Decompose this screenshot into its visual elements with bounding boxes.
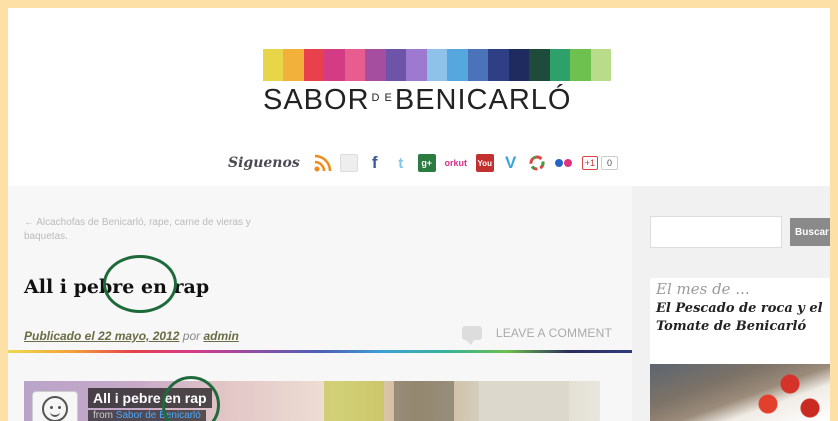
orkut-icon[interactable]: orkut (444, 154, 468, 172)
post-author-link[interactable]: admin (203, 329, 238, 343)
plusone-button[interactable]: +1 (581, 156, 598, 170)
rss-icon[interactable] (314, 154, 332, 172)
logo-color-bar (283, 49, 304, 81)
leave-comment-label: LEAVE A COMMENT (495, 326, 612, 340)
youtube-icon[interactable]: You (475, 154, 494, 172)
email-icon[interactable] (339, 154, 358, 172)
logo-color-bar (488, 49, 509, 81)
logo-color-bar (426, 49, 448, 81)
vimeo-icon[interactable]: V (502, 153, 520, 172)
video-embed[interactable]: All i pebre en rap from Sabor de Benicar… (24, 381, 600, 421)
logo-color-bar (324, 49, 345, 81)
logo-color-bar (590, 49, 611, 81)
search-input[interactable] (650, 216, 782, 248)
logo-color-bar (570, 49, 591, 81)
logo-color-bar (529, 49, 550, 81)
logo-color-bar (303, 49, 325, 81)
page: SABOR D EBENICARLÓ Siguenos f t g+ orkut … (8, 8, 830, 421)
logo-color-bar (549, 49, 571, 81)
logo-color-bar (263, 49, 284, 81)
previous-post-link[interactable]: ← Alcachofas de Benicarló, rape, carne d… (24, 216, 294, 244)
logo-word-sabor: SABOR (263, 84, 370, 116)
plusone-count: 0 (600, 156, 618, 170)
logo-color-bar (508, 49, 530, 81)
site-logo[interactable]: SABOR D EBENICARLÓ (263, 84, 613, 117)
smiley-icon (42, 396, 68, 421)
video-frame-region (324, 381, 384, 421)
video-frame-region (394, 381, 454, 421)
video-from-label: from (93, 410, 113, 421)
highlight-ring (103, 255, 177, 313)
logo-color-bar (467, 49, 489, 81)
facebook-icon[interactable]: f (366, 153, 384, 172)
picasa-icon[interactable] (528, 154, 546, 172)
logo-color-bar (385, 49, 407, 81)
logo-color-bar (447, 49, 468, 81)
leave-comment-link[interactable]: LEAVE A COMMENT (461, 326, 612, 345)
monthly-promo-banner[interactable]: El mes de ... El Pescado de roca y el To… (650, 278, 830, 421)
video-author-avatar[interactable] (32, 391, 78, 421)
post-date-link[interactable]: Publicado el 22 mayo, 2012 (24, 329, 179, 343)
post-by-label: por (182, 329, 201, 343)
logo-color-bars[interactable] (263, 49, 611, 81)
logo-color-bar (344, 49, 366, 81)
google-plusone-widget[interactable]: +1 0 (581, 156, 618, 170)
video-frame-region (479, 381, 569, 421)
promo-fish-tomato-image (650, 364, 830, 421)
search-button[interactable]: Buscar (790, 218, 830, 246)
promo-title: El mes de ... (656, 280, 750, 298)
sidebar: Buscar El mes de ... El Pescado de roca … (632, 186, 830, 421)
social-label: Siguenos (228, 155, 300, 171)
main-content: ← Alcachofas de Benicarló, rape, carne d… (8, 186, 632, 421)
post-meta: Publicado el 22 mayo, 2012 por admin (24, 329, 239, 343)
logo-word-de: D E (371, 92, 393, 105)
comment-bubble-icon (461, 326, 482, 345)
promo-subtitle: El Pescado de roca y el Tomate de Benica… (656, 301, 823, 334)
google-plus-icon[interactable]: g+ (417, 154, 436, 172)
logo-color-bar (406, 49, 427, 81)
rainbow-divider (8, 350, 632, 353)
social-links: Siguenos f t g+ orkut You V +1 0 (228, 151, 618, 175)
logo-color-bar (365, 49, 386, 81)
flickr-icon[interactable] (554, 154, 574, 172)
twitter-icon[interactable]: t (392, 154, 410, 172)
logo-word-benicarlo: BENICARLÓ (394, 84, 572, 116)
